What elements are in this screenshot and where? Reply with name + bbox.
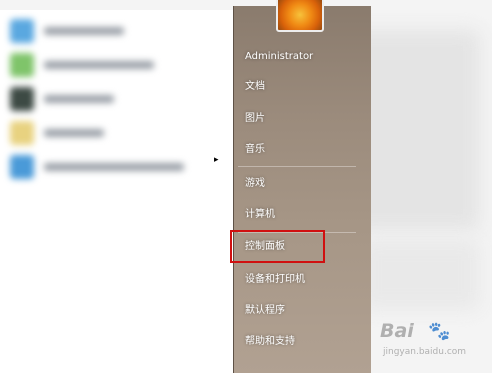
- menu-item-devices-and-printers[interactable]: 设备和打印机: [238, 267, 365, 293]
- program-icon: [10, 87, 34, 111]
- menu-item-music[interactable]: 音乐: [238, 137, 365, 163]
- program-item[interactable]: [10, 86, 215, 112]
- menu-item-administrator[interactable]: Administrator: [238, 44, 365, 70]
- program-label-blurred: [44, 95, 114, 103]
- watermark-brand: Bai: [380, 320, 414, 342]
- menu-item-computer[interactable]: 计算机: [238, 202, 365, 228]
- paw-icon: 🐾: [428, 321, 451, 342]
- user-picture-flower-icon[interactable]: [276, 0, 324, 32]
- program-label-blurred: [44, 27, 124, 35]
- menu-item-games[interactable]: 游戏: [238, 171, 365, 197]
- menu-separator: [238, 166, 356, 167]
- program-label-blurred: [44, 129, 104, 137]
- program-icon: [10, 53, 34, 77]
- baidu-jingyan-watermark: Bai 🐾 jingyan.baidu.com: [378, 318, 488, 366]
- menu-item-documents[interactable]: 文档: [238, 74, 365, 100]
- watermark-url: jingyan.baidu.com: [383, 347, 467, 357]
- program-item[interactable]: [10, 120, 215, 146]
- menu-item-default-programs[interactable]: 默认程序: [238, 298, 365, 324]
- program-label-blurred: [44, 61, 154, 69]
- submenu-arrow-icon[interactable]: ▸: [214, 155, 219, 165]
- background-blur-shape: [360, 240, 480, 310]
- program-icon: [10, 121, 34, 145]
- menu-item-help-and-support[interactable]: 帮助和支持: [238, 329, 365, 355]
- program-label-blurred: [44, 163, 184, 171]
- program-item[interactable]: [10, 52, 215, 78]
- program-icon: [10, 19, 34, 43]
- program-item[interactable]: [10, 154, 215, 180]
- programs-pane: [0, 10, 234, 373]
- program-icon: [10, 155, 34, 179]
- menu-item-pictures[interactable]: 图片: [238, 106, 365, 132]
- start-menu: ▸ Administrator 文档 图片 音乐 游戏 计算机 控制面板 设备和…: [0, 0, 371, 373]
- program-item[interactable]: [10, 18, 215, 44]
- control-panel-highlight-box: [230, 230, 325, 263]
